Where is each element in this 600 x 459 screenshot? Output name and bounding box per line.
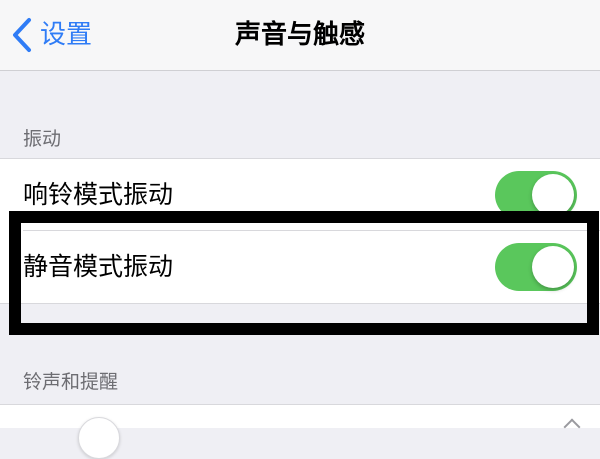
ring-mode-vibration-label: 响铃模式振动 [23,180,174,209]
ring-mode-vibration-row: 响铃模式振动 [0,159,600,231]
toggle-knob [532,246,574,288]
speaker-icon [563,418,581,436]
silent-mode-vibration-toggle[interactable] [495,243,577,291]
ring-mode-vibration-toggle[interactable] [495,171,577,219]
vibration-group: 响铃模式振动 静音模式振动 [0,158,600,304]
toggle-knob [532,174,574,216]
section-header-vibration: 振动 [23,128,62,150]
ringtone-volume-row [0,404,600,459]
page-title: 声音与触感 [234,20,365,50]
silent-mode-vibration-row: 静音模式振动 [0,231,600,303]
volume-slider-knob[interactable] [78,417,120,459]
navigation-bar: 设置 声音与触感 [0,0,600,71]
section-header-ringtone: 铃声和提醒 [23,371,119,393]
silent-mode-vibration-label: 静音模式振动 [23,252,174,281]
